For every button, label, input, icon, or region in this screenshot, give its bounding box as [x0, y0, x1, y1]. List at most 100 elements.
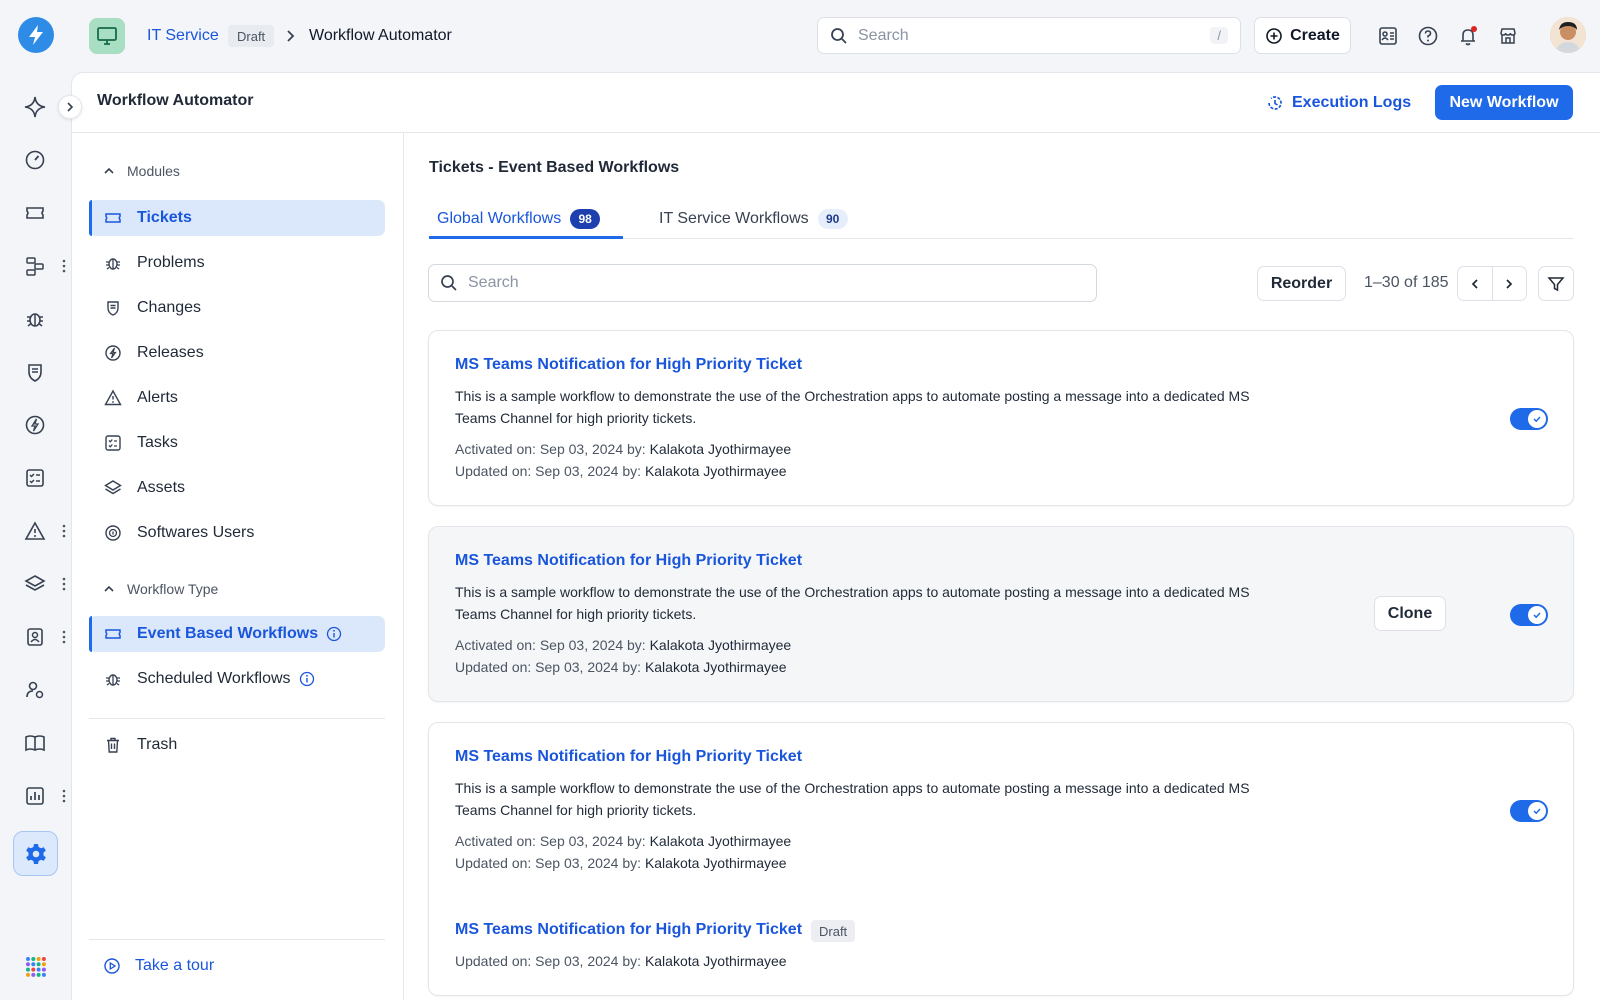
more-dots-icon[interactable] — [60, 629, 68, 645]
workflow-card[interactable]: MS Teams Notification for High Priority … — [428, 722, 1574, 996]
sidebar-item-tasks[interactable]: Tasks — [89, 425, 385, 461]
problems-rail-icon[interactable] — [22, 306, 48, 332]
module-switcher[interactable] — [89, 18, 125, 54]
reports-rail-icon[interactable] — [22, 783, 48, 809]
knowledge-base-rail-icon[interactable] — [22, 730, 48, 756]
sidebar-item-releases[interactable]: Releases — [89, 335, 385, 371]
workflow-search-input[interactable]: Search — [468, 274, 519, 292]
sidebar-item-label: Changes — [137, 299, 202, 316]
more-dots-icon[interactable] — [60, 576, 68, 592]
search-input[interactable]: Search — [858, 27, 1210, 45]
sidebar-item-scheduled-workflows[interactable]: Scheduled Workflows — [89, 661, 385, 697]
more-dots-icon[interactable] — [60, 523, 68, 539]
pagination-controls — [1457, 266, 1527, 301]
checklist-icon — [103, 433, 123, 453]
breadcrumb-current: Workflow Automator — [309, 27, 452, 44]
changes-rail-icon[interactable] — [22, 359, 48, 385]
workflow-title-link[interactable]: MS Teams Notification for High Priority … — [455, 552, 802, 570]
admin-settings-rail-item[interactable] — [13, 831, 58, 876]
info-icon[interactable] — [326, 626, 342, 642]
sidebar-item-label: Trash — [137, 736, 178, 753]
sidebar-item-software-users[interactable]: Softwares Users — [89, 515, 385, 551]
workflow-enabled-toggle[interactable] — [1510, 604, 1548, 626]
clone-button[interactable]: Clone — [1374, 596, 1446, 631]
warning-icon — [103, 388, 123, 408]
next-page-button[interactable] — [1491, 267, 1527, 300]
take-a-tour-link[interactable]: Take a tour — [103, 957, 214, 975]
workflow-activated-info: Activated on: Sep 03, 2024 by: Kalakota … — [455, 637, 791, 653]
marketplace-icon[interactable] — [1496, 24, 1520, 48]
tab-count-badge: 98 — [570, 209, 601, 229]
assets-rail-icon[interactable] — [22, 571, 48, 597]
create-label: Create — [1290, 26, 1340, 44]
workflow-rail-icon[interactable] — [22, 253, 48, 279]
workflow-card[interactable]: MS Teams Notification for High Priority … — [428, 330, 1574, 506]
search-shortcut-hint: / — [1210, 27, 1228, 44]
contacts-icon[interactable] — [1376, 24, 1400, 48]
rocket-icon — [103, 343, 123, 363]
expand-sidebar-button[interactable] — [58, 95, 82, 119]
sidebar-item-label: Softwares Users — [137, 524, 255, 541]
sidebar-item-tickets[interactable]: Tickets — [89, 200, 385, 236]
sidebar-item-label: Tickets — [137, 209, 192, 226]
help-icon[interactable] — [1416, 24, 1440, 48]
workflow-enabled-toggle[interactable] — [1510, 800, 1548, 822]
activated-by: Kalakota Jyothirmayee — [649, 637, 792, 653]
sidebar-item-problems[interactable]: Problems — [89, 245, 385, 281]
ai-sparkle-icon[interactable] — [22, 94, 48, 120]
apps-grid-icon[interactable] — [24, 955, 48, 979]
create-button[interactable]: Create — [1254, 17, 1351, 54]
app-logo[interactable] — [18, 17, 54, 53]
chevron-up-icon — [104, 585, 114, 592]
execution-logs-link[interactable]: Execution Logs — [1266, 90, 1411, 116]
tickets-rail-icon[interactable] — [22, 200, 48, 226]
new-workflow-button[interactable]: New Workflow — [1435, 85, 1573, 120]
updated-date: Updated on: Sep 03, 2024 by: — [455, 855, 645, 871]
sidebar-item-event-based-workflows[interactable]: Event Based Workflows — [89, 616, 385, 652]
workflow-activated-info: Activated on: Sep 03, 2024 by: Kalakota … — [455, 833, 791, 849]
modules-section-toggle[interactable]: Modules — [103, 161, 180, 181]
dashboard-icon[interactable] — [22, 147, 48, 173]
sidebar-item-alerts[interactable]: Alerts — [89, 380, 385, 416]
tab-it-service-workflows[interactable]: IT Service Workflows 90 — [659, 205, 848, 233]
updated-by: Kalakota Jyothirmayee — [644, 855, 787, 871]
trash-icon — [103, 735, 123, 755]
workflow-enabled-toggle[interactable] — [1510, 408, 1548, 430]
workflow-card[interactable]: MS Teams Notification for High Priority … — [428, 526, 1574, 702]
contacts-rail-icon[interactable] — [22, 624, 48, 650]
reorder-button[interactable]: Reorder — [1257, 266, 1346, 301]
workflow-type-section-toggle[interactable]: Workflow Type — [103, 579, 218, 599]
more-dots-icon[interactable] — [60, 788, 68, 804]
more-dots-icon[interactable] — [60, 258, 68, 274]
global-search[interactable]: Search / — [817, 17, 1241, 54]
sidebar-item-label: Scheduled Workflows — [137, 670, 291, 687]
releases-rail-icon[interactable] — [22, 412, 48, 438]
tasks-rail-icon[interactable] — [22, 465, 48, 491]
sidebar-item-changes[interactable]: Changes — [89, 290, 385, 326]
info-icon[interactable] — [299, 671, 315, 687]
sidebar-item-label: Releases — [137, 344, 204, 361]
updated-by: Kalakota Jyothirmayee — [644, 659, 787, 675]
sidebar-item-trash[interactable]: Trash — [89, 727, 385, 763]
take-a-tour-label: Take a tour — [135, 957, 215, 974]
play-circle-icon — [104, 958, 120, 974]
workflow-title-link[interactable]: MS Teams Notification for High Priority … — [455, 748, 802, 766]
draft-workflow-updated-info: Updated on: Sep 03, 2024 by: Kalakota Jy… — [455, 953, 787, 969]
user-avatar[interactable] — [1550, 17, 1586, 53]
active-tab-indicator — [429, 236, 623, 239]
breadcrumb-module[interactable]: IT Service — [147, 25, 219, 47]
activated-date: Activated on: Sep 03, 2024 by: — [455, 441, 650, 457]
tab-global-workflows[interactable]: Global Workflows 98 — [437, 205, 601, 233]
sidebar-separator — [89, 718, 385, 719]
user-settings-rail-icon[interactable] — [22, 677, 48, 703]
notification-bell-icon[interactable] — [1456, 24, 1480, 48]
workflow-search[interactable]: Search — [428, 264, 1097, 302]
filter-button[interactable] — [1538, 266, 1574, 301]
sidebar-item-assets[interactable]: Assets — [89, 470, 385, 506]
updated-by: Kalakota Jyothirmayee — [644, 953, 787, 969]
prev-page-button[interactable] — [1458, 267, 1492, 300]
draft-workflow-title-link[interactable]: MS Teams Notification for High Priority … — [455, 921, 802, 939]
workflow-activated-info: Activated on: Sep 03, 2024 by: Kalakota … — [455, 441, 791, 457]
alerts-rail-icon[interactable] — [22, 518, 48, 544]
workflow-title-link[interactable]: MS Teams Notification for High Priority … — [455, 356, 802, 374]
